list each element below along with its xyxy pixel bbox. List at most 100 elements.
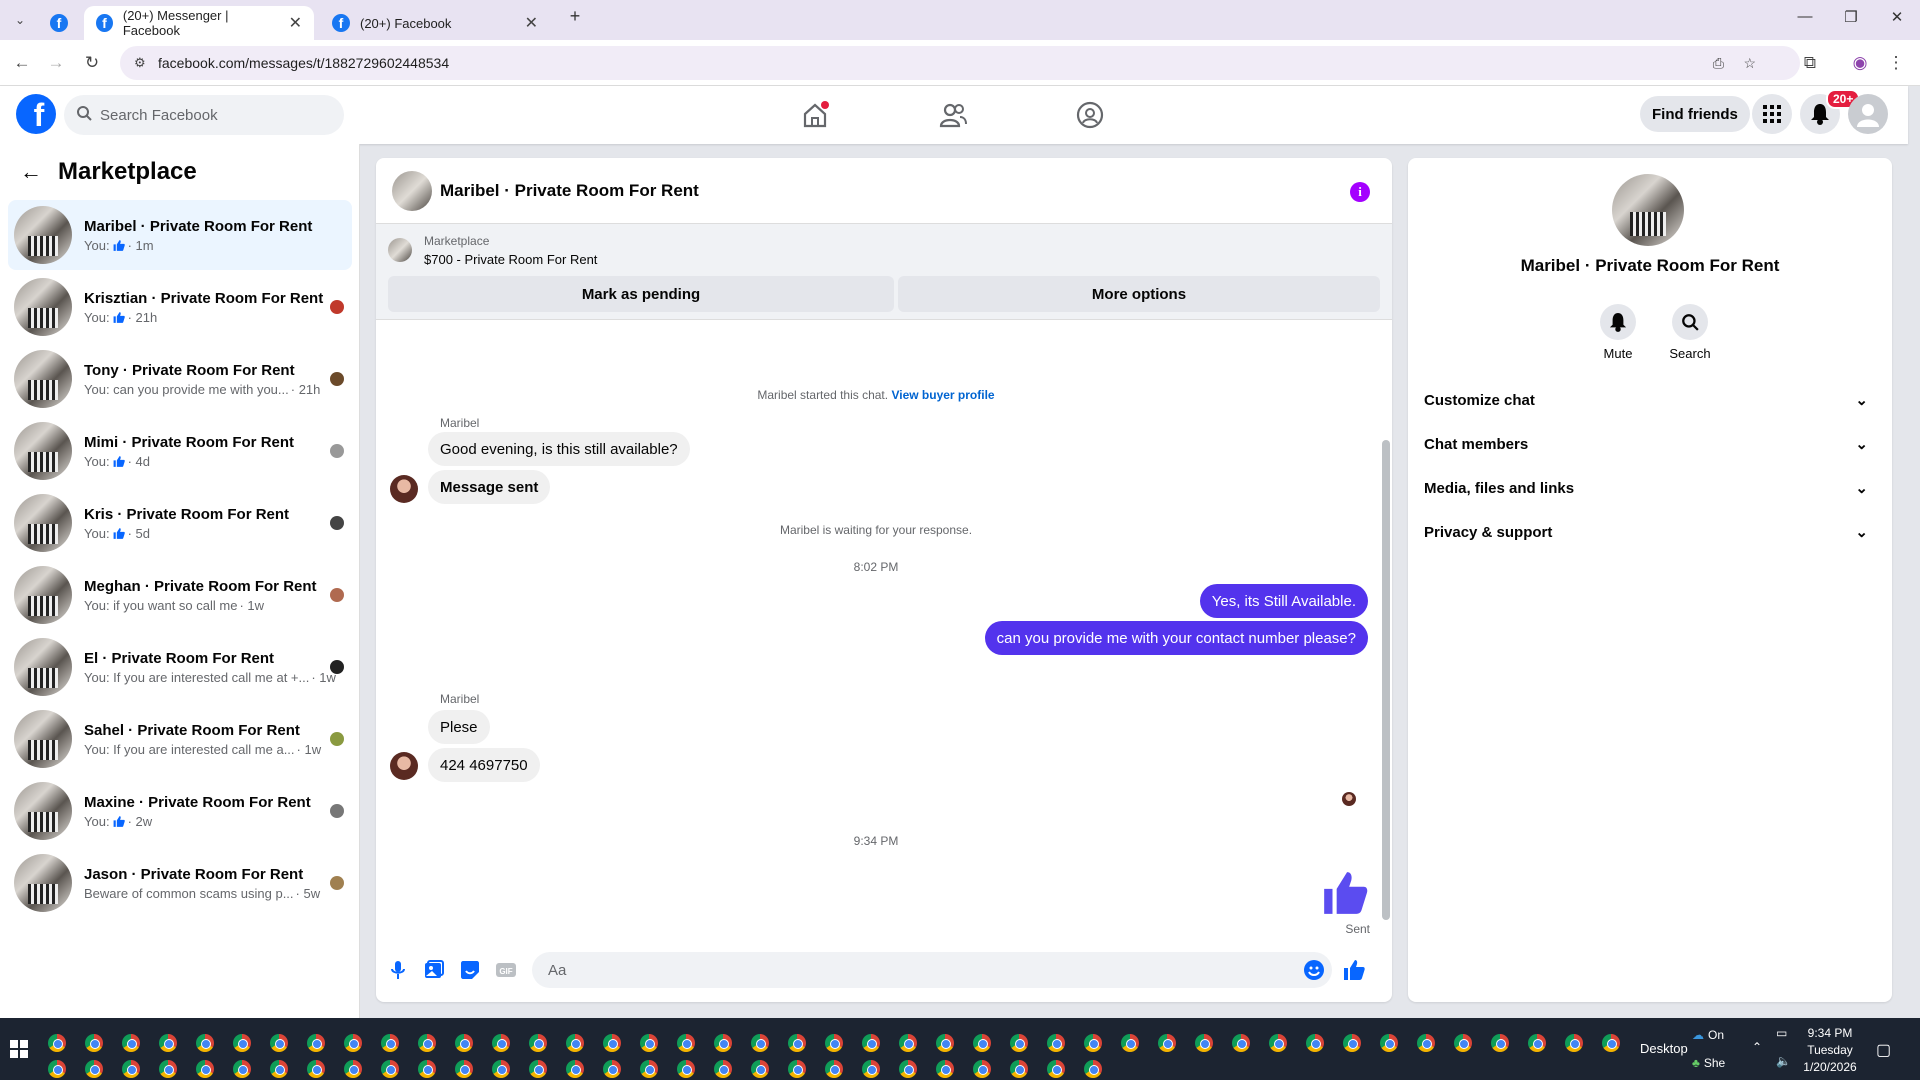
chrome-taskbar-icon[interactable] — [122, 1060, 140, 1078]
volume-icon[interactable]: 🔈 — [1776, 1054, 1791, 1068]
new-tab-icon[interactable]: + — [560, 6, 590, 27]
profile-icon[interactable]: ◉ — [1850, 53, 1870, 73]
chrome-taskbar-icon[interactable] — [640, 1034, 658, 1052]
chrome-taskbar-icon[interactable] — [714, 1060, 732, 1078]
reload-icon[interactable]: ↻ — [82, 53, 102, 73]
chrome-taskbar-icon[interactable] — [529, 1034, 547, 1052]
like-send-icon[interactable] — [1342, 958, 1366, 982]
chrome-taskbar-icon[interactable] — [751, 1060, 769, 1078]
sender-avatar[interactable] — [390, 752, 418, 780]
incoming-message[interactable]: 424 4697750 — [428, 748, 540, 782]
more-options-button[interactable]: More options — [898, 276, 1380, 312]
back-arrow-icon[interactable]: ← — [20, 159, 42, 185]
clock-time[interactable]: 9:34 PM — [1800, 1026, 1860, 1040]
home-icon[interactable] — [800, 100, 830, 130]
chrome-taskbar-icon[interactable] — [825, 1060, 843, 1078]
friends-icon[interactable] — [938, 100, 968, 130]
emoji-icon[interactable] — [1302, 958, 1326, 982]
chrome-taskbar-icon[interactable] — [418, 1060, 436, 1078]
chrome-taskbar-icon[interactable] — [196, 1060, 214, 1078]
chrome-taskbar-icon[interactable] — [344, 1060, 362, 1078]
search-input[interactable]: Search Facebook — [64, 95, 344, 135]
chrome-taskbar-icon[interactable] — [1158, 1034, 1176, 1052]
chrome-taskbar-icon[interactable] — [1010, 1060, 1028, 1078]
conversation-item[interactable]: Maxine · Private Room For Rent You: · 2w — [8, 776, 352, 846]
account-avatar[interactable] — [1848, 94, 1888, 134]
chat-avatar[interactable] — [392, 170, 432, 211]
conversation-item[interactable]: Krisztian · Private Room For Rent You: · 2… — [8, 272, 352, 342]
install-icon[interactable]: ⎙ — [1713, 55, 1724, 72]
tab-pinned-facebook[interactable]: f — [40, 6, 80, 40]
chrome-taskbar-icon[interactable] — [1269, 1034, 1287, 1052]
chrome-taskbar-icon[interactable] — [1232, 1034, 1250, 1052]
mute-button[interactable]: Mute — [1588, 304, 1648, 361]
chrome-taskbar-icon[interactable] — [936, 1060, 954, 1078]
gif-icon[interactable]: GIF — [494, 958, 518, 982]
forward-icon[interactable]: → — [46, 53, 66, 73]
chrome-taskbar-icon[interactable] — [1084, 1034, 1102, 1052]
chrome-taskbar-icon[interactable] — [159, 1034, 177, 1052]
facebook-logo[interactable]: f — [16, 94, 56, 134]
mark-as-pending-button[interactable]: Mark as pending — [388, 276, 894, 312]
chrome-taskbar-icon[interactable] — [677, 1034, 695, 1052]
tab-search-icon[interactable]: ⌄ — [10, 10, 30, 30]
chrome-taskbar-icon[interactable] — [344, 1034, 362, 1052]
chrome-taskbar-icon[interactable] — [307, 1060, 325, 1078]
chrome-taskbar-icon[interactable] — [751, 1034, 769, 1052]
chrome-taskbar-icon[interactable] — [1343, 1034, 1361, 1052]
close-window-icon[interactable]: ✕ — [1882, 8, 1912, 26]
message-input[interactable]: Aa — [532, 952, 1332, 988]
outgoing-message[interactable]: can you provide me with your contact num… — [984, 621, 1368, 655]
network-icon[interactable]: ▭ — [1776, 1026, 1787, 1040]
chat-title[interactable]: Maribel · Private Room For Rent — [440, 181, 699, 201]
conversation-item[interactable]: Tony · Private Room For Rent You: can you… — [8, 344, 352, 414]
message-scrollbar[interactable] — [1382, 440, 1390, 920]
privacy-support-section[interactable]: Privacy & support ⌄ — [1424, 510, 1876, 554]
conversation-item[interactable]: Kris · Private Room For Rent You: · 5d — [8, 488, 352, 558]
conversation-item[interactable]: Sahel · Private Room For Rent You: If you… — [8, 704, 352, 774]
chrome-taskbar-icon[interactable] — [48, 1060, 66, 1078]
chrome-taskbar-icon[interactable] — [1010, 1034, 1028, 1052]
chrome-taskbar-icon[interactable] — [1491, 1034, 1509, 1052]
chrome-taskbar-icon[interactable] — [85, 1060, 103, 1078]
chrome-taskbar-icon[interactable] — [307, 1034, 325, 1052]
chrome-taskbar-icon[interactable] — [1084, 1060, 1102, 1078]
show-hidden-icon[interactable]: ⌃ — [1752, 1040, 1762, 1054]
url-field[interactable]: ⚙ facebook.com/messages/t/18827296024485… — [120, 46, 1800, 80]
chrome-taskbar-icon[interactable] — [862, 1060, 880, 1078]
details-avatar[interactable] — [1612, 174, 1684, 246]
conversation-item[interactable]: Jason · Private Room For Rent Beware of c… — [8, 848, 352, 918]
listing-thumbnail[interactable] — [388, 238, 412, 262]
view-buyer-profile-link[interactable]: View buyer profile — [891, 388, 994, 402]
microphone-icon[interactable] — [386, 958, 410, 982]
customize-chat-section[interactable]: Customize chat ⌄ — [1424, 378, 1876, 422]
incoming-message[interactable]: Message sent — [428, 470, 551, 504]
site-info-icon[interactable]: ⚙ — [134, 55, 146, 71]
chrome-taskbar-icon[interactable] — [788, 1034, 806, 1052]
chrome-taskbar-icon[interactable] — [455, 1060, 473, 1078]
chrome-taskbar-icon[interactable] — [455, 1034, 473, 1052]
chrome-taskbar-icon[interactable] — [196, 1034, 214, 1052]
chrome-taskbar-icon[interactable] — [233, 1060, 251, 1078]
photo-icon[interactable] — [422, 958, 446, 982]
chat-members-section[interactable]: Chat members ⌄ — [1424, 422, 1876, 466]
chrome-taskbar-icon[interactable] — [1528, 1034, 1546, 1052]
chrome-taskbar-icon[interactable] — [640, 1060, 658, 1078]
chrome-taskbar-icon[interactable] — [825, 1034, 843, 1052]
chrome-taskbar-icon[interactable] — [85, 1034, 103, 1052]
sticker-icon[interactable] — [458, 958, 482, 982]
chrome-taskbar-icon[interactable] — [122, 1034, 140, 1052]
chrome-taskbar-icon[interactable] — [492, 1060, 510, 1078]
chrome-taskbar-icon[interactable] — [1602, 1034, 1620, 1052]
chrome-taskbar-icon[interactable] — [603, 1060, 621, 1078]
chrome-taskbar-icon[interactable] — [899, 1034, 917, 1052]
sender-avatar[interactable] — [390, 475, 418, 503]
chrome-taskbar-icon[interactable] — [381, 1034, 399, 1052]
notifications-icon[interactable]: ▢ — [1876, 1040, 1891, 1060]
tab-messenger[interactable]: f (20+) Messenger | Facebook ✕ — [84, 6, 314, 40]
incoming-message[interactable]: Good evening, is this still available? — [428, 432, 690, 466]
chrome-taskbar-icon[interactable] — [788, 1060, 806, 1078]
search-conversation-button[interactable]: Search — [1660, 304, 1720, 361]
chrome-taskbar-icon[interactable] — [48, 1034, 66, 1052]
chrome-taskbar-icon[interactable] — [973, 1034, 991, 1052]
